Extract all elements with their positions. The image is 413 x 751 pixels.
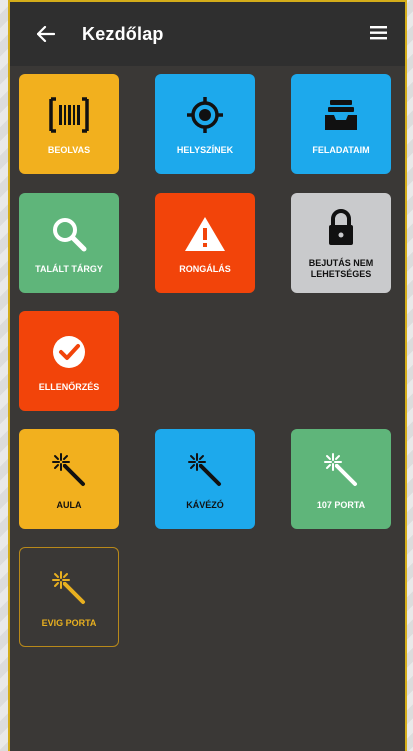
tile-bejutas-nem-lehetseges[interactable]: BEJUTÁS NEM LEHETSÉGES xyxy=(291,193,391,293)
location-target-icon xyxy=(185,93,225,137)
tile-beolvas[interactable]: BEOLVAS xyxy=(19,74,119,174)
tile-helyszinek[interactable]: HELYSZÍNEK xyxy=(155,74,255,174)
lock-icon xyxy=(323,206,359,250)
inbox-tray-icon xyxy=(321,93,361,137)
tile-label: AULA xyxy=(56,499,82,510)
tile-label: ELLENŐRZÉS xyxy=(38,381,100,392)
tile-label: FELADATAIM xyxy=(312,144,370,155)
tile-label: KÁVÉZÓ xyxy=(186,499,224,510)
warning-icon xyxy=(183,212,227,256)
back-button[interactable] xyxy=(32,20,60,48)
app-frame: Kezdőlap BEOLVAS HELYSZÍNEK FELADATAIM T… xyxy=(8,0,407,751)
page-title: Kezdőlap xyxy=(82,23,164,44)
magic-wand-icon xyxy=(323,448,359,492)
magic-wand-icon xyxy=(187,448,223,492)
app-bar: Kezdőlap xyxy=(10,2,405,66)
tile-evig-porta[interactable]: EVIG PORTA xyxy=(19,547,119,647)
tile-label: EVIG PORTA xyxy=(41,617,97,628)
magic-wand-icon xyxy=(51,448,87,492)
tile-label: RONGÁLÁS xyxy=(179,263,231,274)
tile-rongalas[interactable]: RONGÁLÁS xyxy=(155,193,255,293)
search-icon xyxy=(49,212,89,256)
tile-label: HELYSZÍNEK xyxy=(176,144,234,155)
tile-feladataim[interactable]: FELADATAIM xyxy=(291,74,391,174)
barcode-icon xyxy=(47,93,91,137)
arrow-left-icon xyxy=(37,26,55,42)
hamburger-menu-icon xyxy=(370,26,387,40)
tile-talalt-targy[interactable]: TALÁLT TÁRGY xyxy=(19,193,119,293)
tile-label: BEOLVAS xyxy=(47,144,91,155)
tile-kavezo[interactable]: KÁVÉZÓ xyxy=(155,429,255,529)
tile-107-porta[interactable]: 107 PORTA xyxy=(291,429,391,529)
tile-grid: BEOLVAS HELYSZÍNEK FELADATAIM TALÁLT TÁR… xyxy=(10,66,405,751)
magic-wand-icon xyxy=(51,566,87,610)
menu-button[interactable] xyxy=(369,24,389,42)
tile-label: TALÁLT TÁRGY xyxy=(35,263,103,274)
tile-ellenorzes[interactable]: ELLENŐRZÉS xyxy=(19,311,119,411)
tile-aula[interactable]: AULA xyxy=(19,429,119,529)
tile-label: 107 PORTA xyxy=(316,499,366,510)
tile-label: BEJUTÁS NEM LEHETSÉGES xyxy=(308,258,374,279)
check-circle-icon xyxy=(49,330,89,374)
